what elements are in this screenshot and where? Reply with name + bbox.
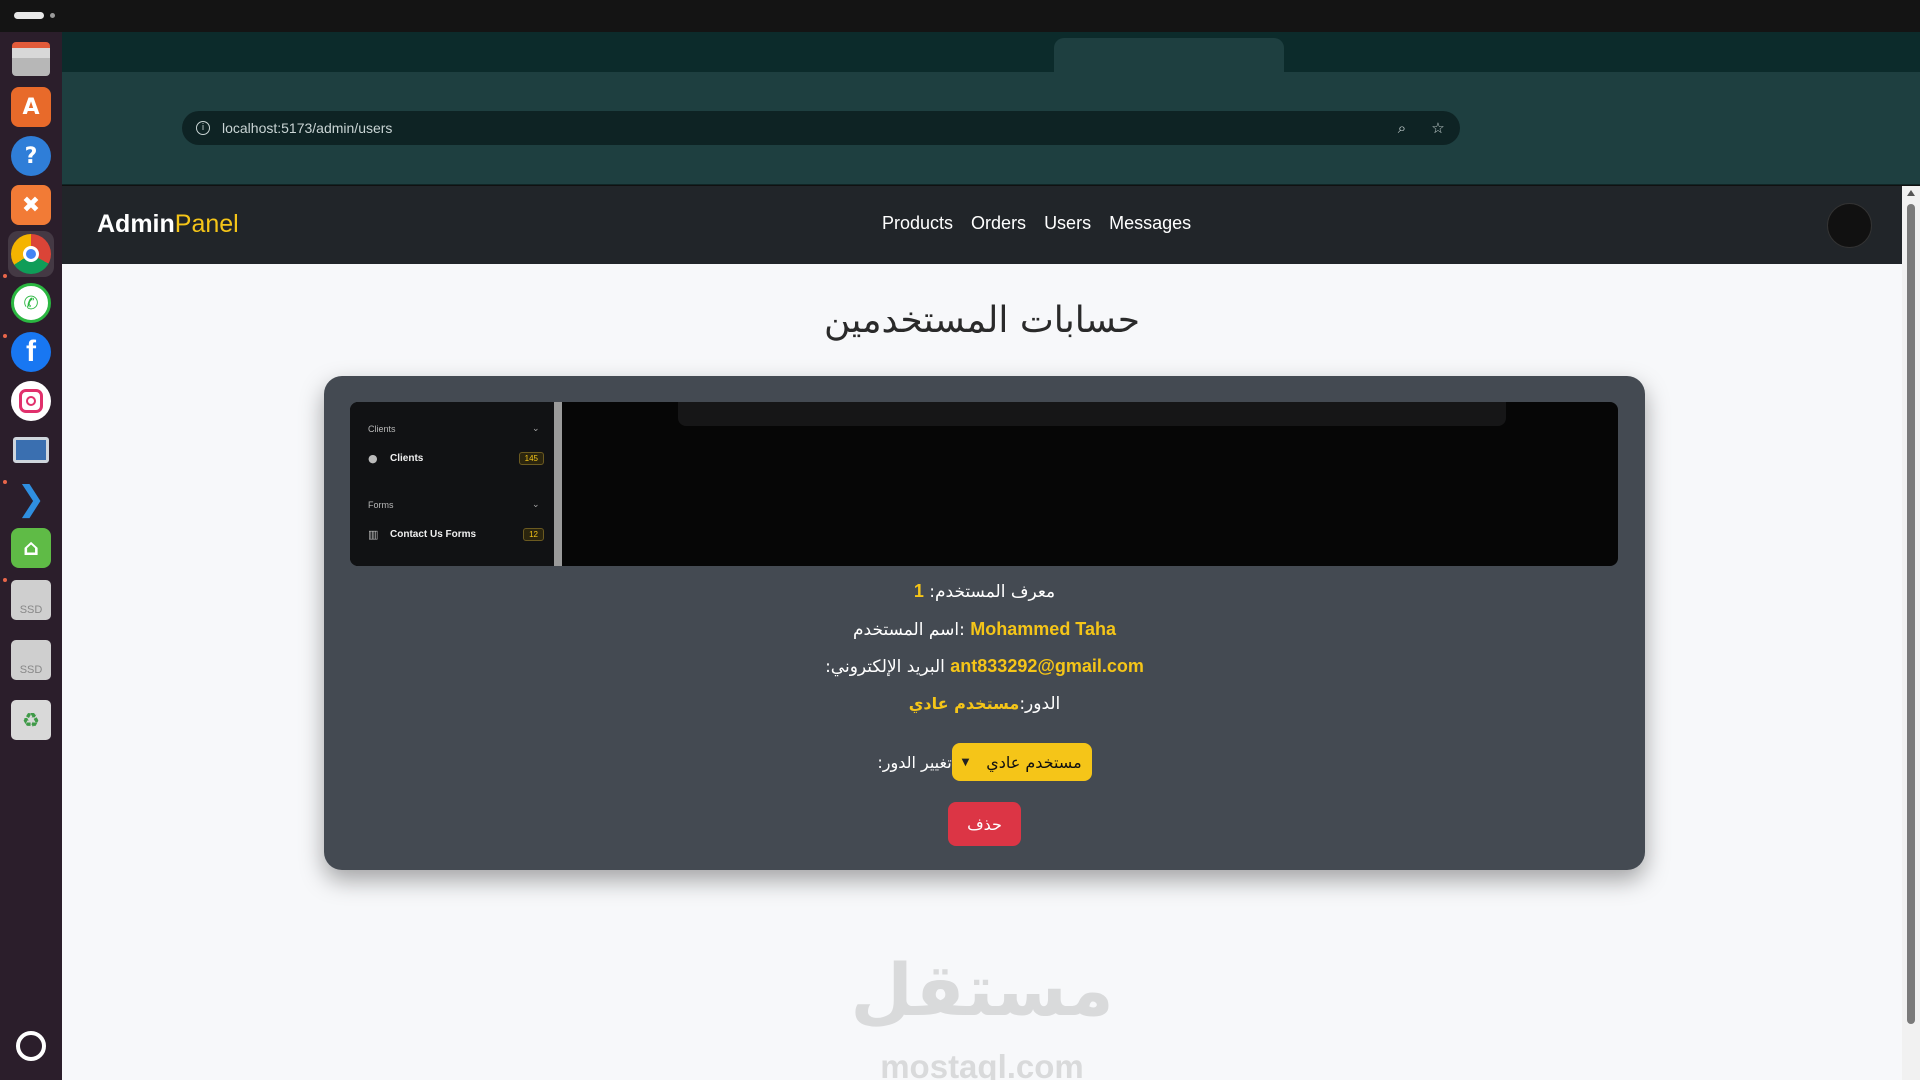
- brand-logo[interactable]: AdminPanel: [97, 210, 239, 239]
- role-select[interactable]: ▼ مستخدم عادي: [951, 743, 1092, 781]
- dock-app-center[interactable]: A: [8, 84, 54, 130]
- dock-remote-desktop[interactable]: [8, 427, 54, 473]
- dock-facebook[interactable]: f: [8, 329, 54, 375]
- app-navbar: AdminPanel Products Orders Users Message…: [62, 186, 1902, 264]
- user-role-line: الدور:مستخدم عادي: [324, 694, 1645, 714]
- user-image: Clients ⌄ ● Clients 145 Forms ⌄ ▥ Contac…: [350, 402, 1618, 566]
- chrome-icon: [11, 234, 51, 274]
- page-scrollbar[interactable]: [1902, 186, 1920, 1080]
- avatar[interactable]: [1827, 203, 1872, 248]
- nav-link-orders[interactable]: Orders: [971, 213, 1026, 234]
- tab-strip: [62, 32, 1920, 72]
- user-name-line: Mohammed Taha :اسم المستخدم: [324, 619, 1645, 640]
- dock-android-studio[interactable]: ⌂: [8, 525, 54, 571]
- watermark-latin: mostaql.com: [880, 1048, 1084, 1080]
- site-info-icon[interactable]: i: [196, 121, 210, 135]
- image-item-count: 12: [523, 528, 544, 541]
- browser-toolbar: i localhost:5173/admin/users ⌕ ☆: [62, 72, 1920, 185]
- change-role-row: :تغيير الدور ▼ مستخدم عادي: [324, 743, 1645, 781]
- address-bar[interactable]: i localhost:5173/admin/users ⌕ ☆: [182, 111, 1460, 145]
- nav-links: Products Orders Users Messages: [882, 213, 1191, 234]
- facebook-icon: f: [11, 332, 51, 372]
- browser-window: i localhost:5173/admin/users ⌕ ☆ AdminPa…: [62, 32, 1920, 1080]
- dock-files[interactable]: [8, 36, 54, 82]
- dock-help[interactable]: ?: [8, 133, 54, 179]
- folder-icon: [12, 42, 50, 76]
- user-id-label: معرف المستخدم:: [923, 582, 1056, 602]
- drive-icon: SSD: [11, 580, 51, 620]
- dock-ssd-1[interactable]: SSD: [8, 577, 54, 623]
- image-item-label: Clients: [390, 453, 424, 464]
- system-top-bar: [0, 0, 1920, 32]
- xampp-icon: ✖: [11, 185, 51, 225]
- dock: A ? ✖ ✆ f ❯ ⌂ SSD SSD ♻: [0, 32, 62, 1080]
- chevron-down-icon: ⌄: [532, 424, 540, 434]
- active-tab[interactable]: [1054, 38, 1284, 72]
- dock-instagram[interactable]: [8, 378, 54, 424]
- user-role-value: مستخدم عادي: [908, 694, 1020, 713]
- running-indicator: [3, 334, 7, 338]
- dock-trash[interactable]: ♻: [8, 697, 54, 743]
- user-name-label: :اسم المستخدم: [853, 620, 965, 640]
- url-text[interactable]: localhost:5173/admin/users: [222, 120, 1374, 136]
- nav-link-messages[interactable]: Messages: [1109, 213, 1191, 234]
- user-id-value: 1: [913, 581, 924, 601]
- chevron-down-icon: ▼: [961, 756, 970, 768]
- user-icon: ●: [368, 452, 378, 465]
- user-name-value: Mohammed Taha: [970, 619, 1116, 639]
- running-indicator: [3, 578, 7, 582]
- drive-icon: SSD: [11, 640, 51, 680]
- role-select-value: مستخدم عادي: [986, 752, 1082, 772]
- nav-link-users[interactable]: Users: [1044, 213, 1091, 234]
- brand-main: Admin: [97, 210, 175, 238]
- user-card: Clients ⌄ ● Clients 145 Forms ⌄ ▥ Contac…: [324, 376, 1645, 870]
- android-icon: ⌂: [11, 528, 51, 568]
- chevron-down-icon: ⌄: [532, 500, 540, 510]
- change-role-label: :تغيير الدور: [877, 752, 952, 772]
- user-email-line: :البريد الإلكتروني ant833292@gmail.com: [324, 656, 1645, 677]
- whatsapp-icon: ✆: [11, 283, 51, 323]
- running-indicator: [3, 480, 7, 484]
- dock-show-apps[interactable]: [8, 1023, 54, 1069]
- dock-xampp[interactable]: ✖: [8, 182, 54, 228]
- ubuntu-icon: [11, 1026, 51, 1066]
- workspace-dot[interactable]: [50, 13, 55, 18]
- image-item-clients: ● Clients 145: [368, 452, 544, 465]
- user-id-line: معرف المستخدم: 1: [324, 581, 1645, 602]
- dock-vscode[interactable]: ❯: [8, 476, 54, 522]
- user-email-label: :البريد الإلكتروني: [825, 657, 951, 677]
- image-heading-forms: Forms: [368, 500, 394, 510]
- trash-icon: ♻: [11, 700, 51, 740]
- bookmark-star-icon[interactable]: ☆: [1430, 119, 1446, 137]
- app-store-icon: A: [11, 87, 51, 127]
- page-title: حسابات المستخدمين: [823, 300, 1141, 341]
- running-indicator: [3, 274, 7, 278]
- image-item-count: 145: [518, 452, 544, 465]
- dock-whatsapp[interactable]: ✆: [8, 280, 54, 326]
- scrollbar-thumb[interactable]: [1907, 204, 1915, 1024]
- page-viewport: AdminPanel Products Orders Users Message…: [62, 186, 1920, 1080]
- image-heading-clients: Clients: [368, 424, 396, 434]
- image-item-label: Contact Us Forms: [390, 529, 477, 540]
- zoom-icon[interactable]: ⌕: [1394, 119, 1410, 137]
- image-sidebar: Clients ⌄ ● Clients 145 Forms ⌄ ▥ Contac…: [350, 402, 562, 566]
- delete-button[interactable]: حذف: [948, 802, 1021, 846]
- building-icon: ▥: [368, 528, 379, 541]
- vscode-icon: ❯: [16, 479, 46, 519]
- instagram-icon: [11, 381, 51, 421]
- monitor-icon: [11, 430, 51, 470]
- user-email-value: ant833292@gmail.com: [950, 656, 1144, 676]
- image-top-panel: [678, 402, 1506, 426]
- watermark-arabic: مستقل: [850, 948, 1114, 1032]
- user-role-label: الدور:: [1019, 694, 1061, 714]
- help-icon: ?: [11, 136, 51, 176]
- dock-chrome[interactable]: [8, 231, 54, 277]
- workspace-indicator[interactable]: [14, 12, 44, 19]
- nav-link-products[interactable]: Products: [882, 213, 953, 234]
- image-item-contact-forms: ▥ Contact Us Forms 12: [368, 528, 544, 541]
- scroll-up-arrow[interactable]: [1907, 190, 1915, 196]
- brand-accent: Panel: [174, 210, 239, 238]
- dock-ssd-2[interactable]: SSD: [8, 637, 54, 683]
